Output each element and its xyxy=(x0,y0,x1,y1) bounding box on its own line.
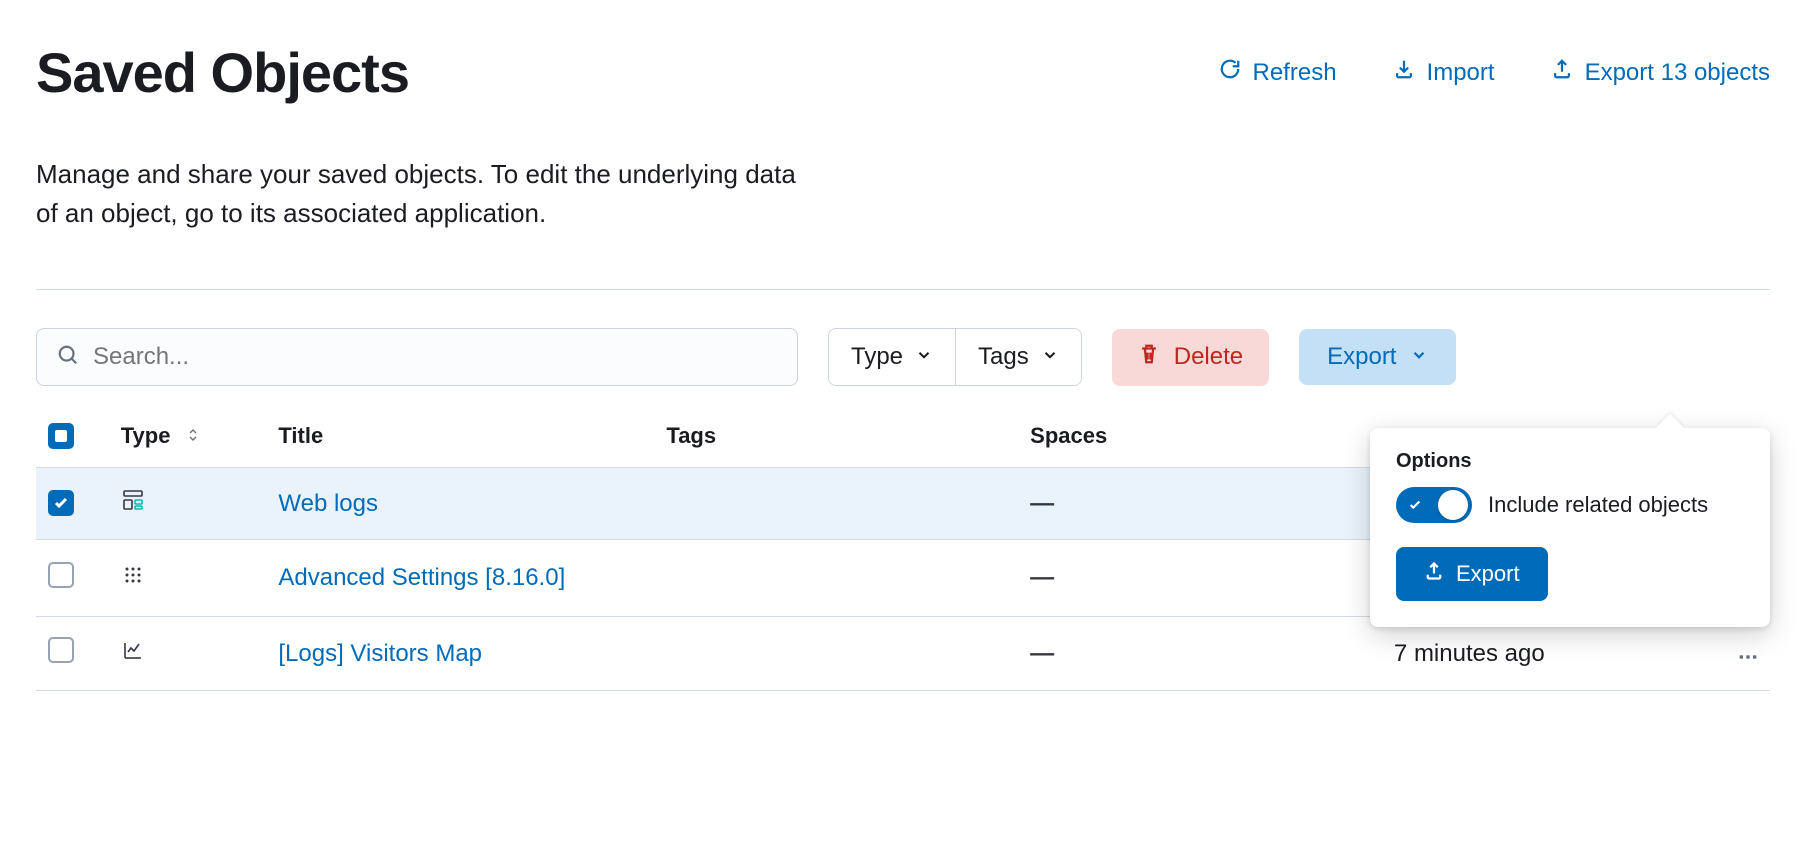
page-title: Saved Objects xyxy=(36,40,409,105)
column-header-tags-label: Tags xyxy=(666,423,716,448)
header-actions: Refresh Import Export 13 objects xyxy=(1219,40,1771,87)
tags-filter-button[interactable]: Tags xyxy=(955,329,1081,385)
import-button[interactable]: Import xyxy=(1393,58,1495,87)
select-all-checkbox[interactable] xyxy=(48,423,74,449)
export-all-label: Export 13 objects xyxy=(1585,59,1770,87)
row-spaces: — xyxy=(1030,640,1054,667)
row-title-link[interactable]: [Logs] Visitors Map xyxy=(278,640,482,667)
row-spaces: — xyxy=(1030,490,1054,517)
popover-export-button[interactable]: Export xyxy=(1396,547,1548,601)
delete-button[interactable]: Delete xyxy=(1112,329,1269,386)
table-row: [Logs] Visitors Map — 7 minutes ago xyxy=(36,617,1770,691)
map-chart-icon xyxy=(121,638,145,662)
refresh-label: Refresh xyxy=(1253,59,1337,87)
export-icon xyxy=(1424,561,1444,587)
type-filter-label: Type xyxy=(851,343,903,371)
row-checkbox[interactable] xyxy=(48,562,74,588)
include-related-toggle[interactable] xyxy=(1396,487,1472,523)
include-related-label: Include related objects xyxy=(1488,492,1708,518)
delete-label: Delete xyxy=(1174,343,1243,371)
row-spaces: — xyxy=(1030,564,1054,591)
column-header-type-label: Type xyxy=(121,423,171,448)
import-label: Import xyxy=(1427,59,1495,87)
search-input[interactable] xyxy=(93,343,777,371)
export-dropdown-button[interactable]: Export xyxy=(1299,329,1456,385)
popover-export-label: Export xyxy=(1456,561,1520,587)
column-header-type[interactable]: Type xyxy=(109,404,267,468)
page-description: Manage and share your saved objects. To … xyxy=(36,155,816,233)
divider xyxy=(36,289,1770,290)
filter-group: Type Tags xyxy=(828,328,1082,386)
sort-icon xyxy=(185,427,201,443)
export-all-button[interactable]: Export 13 objects xyxy=(1551,58,1770,87)
export-icon xyxy=(1551,58,1573,87)
export-popover: Options Include related objects Export xyxy=(1370,428,1770,627)
refresh-icon xyxy=(1219,58,1241,87)
row-title-link[interactable]: Web logs xyxy=(278,490,378,517)
toolbar: Type Tags Delete Export xyxy=(36,328,1770,386)
column-header-title[interactable]: Title xyxy=(266,404,654,468)
include-related-row: Include related objects xyxy=(1396,487,1744,523)
search-box[interactable] xyxy=(36,328,798,386)
column-header-tags[interactable]: Tags xyxy=(654,404,1018,468)
column-header-title-label: Title xyxy=(278,423,323,448)
column-header-spaces[interactable]: Spaces xyxy=(1018,404,1382,468)
data-view-icon xyxy=(121,488,145,512)
refresh-button[interactable]: Refresh xyxy=(1219,58,1337,87)
tags-filter-label: Tags xyxy=(978,343,1029,371)
chevron-down-icon xyxy=(1041,343,1059,371)
chevron-down-icon xyxy=(1410,343,1428,371)
column-header-spaces-label: Spaces xyxy=(1030,423,1107,448)
row-checkbox[interactable] xyxy=(48,637,74,663)
search-icon xyxy=(57,344,79,371)
export-dropdown-label: Export xyxy=(1327,343,1396,371)
import-icon xyxy=(1393,58,1415,87)
popover-options-title: Options xyxy=(1396,450,1744,473)
type-filter-button[interactable]: Type xyxy=(829,329,955,385)
row-checkbox[interactable] xyxy=(48,490,74,516)
row-actions-button[interactable] xyxy=(1738,640,1758,667)
trash-icon xyxy=(1138,343,1160,372)
row-updated: 7 minutes ago xyxy=(1394,640,1545,667)
row-title-link[interactable]: Advanced Settings [8.16.0] xyxy=(278,564,565,591)
chevron-down-icon xyxy=(915,343,933,371)
toggle-thumb xyxy=(1438,490,1468,520)
grid-icon xyxy=(121,563,145,587)
